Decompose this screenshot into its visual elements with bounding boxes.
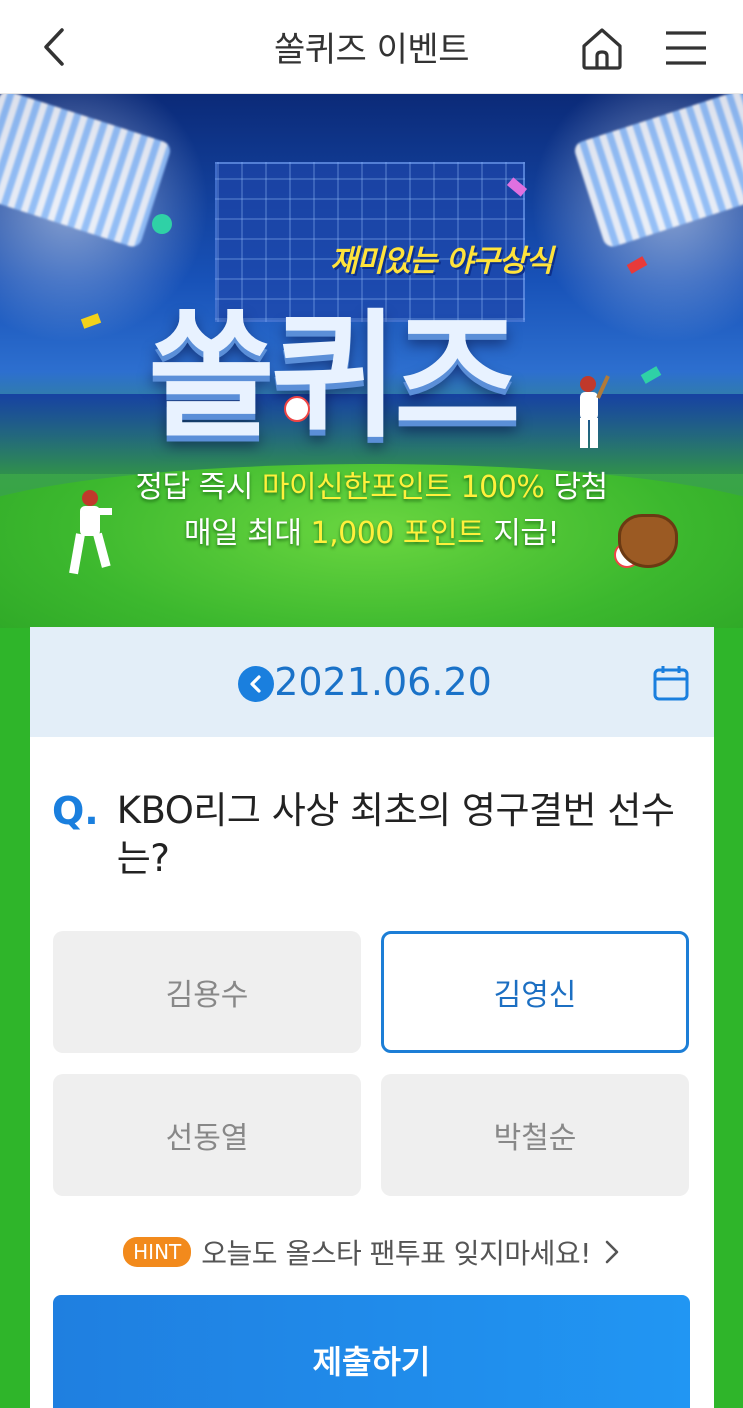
promo-text: 정답 즉시 — [135, 470, 262, 505]
answer-option[interactable]: 선동열 — [53, 1074, 361, 1196]
promo-line-1: 정답 즉시 마이신한포인트 100% 당첨 — [0, 462, 743, 506]
date-bar: 2021.06.20 — [30, 627, 714, 737]
promo-text: 지급! — [484, 516, 559, 551]
confetti — [640, 366, 662, 384]
hint-badge: HINT — [123, 1237, 192, 1267]
promo-line-2: 매일 최대 1,000 포인트 지급! — [0, 508, 743, 552]
promo-text: 매일 최대 — [184, 516, 311, 551]
page-title: 쏠퀴즈 이벤트 — [274, 30, 470, 70]
confetti — [152, 214, 172, 234]
question-text: KBO리그 사상 최초의 영구결번 선수는? — [116, 789, 675, 880]
baseball-icon — [284, 396, 310, 422]
back-icon[interactable] — [30, 22, 80, 72]
promo-highlight: 1,000 포인트 — [310, 516, 485, 551]
chevron-left-icon — [250, 675, 261, 693]
calendar-icon[interactable] — [652, 664, 690, 702]
batter-icon — [580, 375, 610, 448]
promo-text: 당첨 — [544, 470, 608, 505]
quiz-card: 2021.06.20 Q. KBO리그 사상 최초의 영구결번 선수는? 김용수… — [30, 627, 714, 1408]
question-prefix: Q. — [52, 789, 99, 833]
home-icon[interactable] — [576, 22, 628, 74]
chevron-right-icon — [605, 1240, 619, 1264]
app-bar: 쏠퀴즈 이벤트 — [0, 0, 743, 94]
answer-option-selected[interactable]: 김영신 — [381, 931, 689, 1053]
submit-button[interactable]: 제출하기 — [53, 1295, 690, 1408]
prev-date-button[interactable] — [238, 666, 274, 702]
quiz-date: 2021.06.20 — [274, 660, 492, 704]
hint-text: 오늘도 올스타 팬투표 잊지마세요! — [201, 1237, 591, 1270]
banner-title: 쏠퀴즈 — [148, 296, 521, 457]
answer-option[interactable]: 박철순 — [381, 1074, 689, 1196]
hint-link[interactable]: HINT 오늘도 올스타 팬투표 잊지마세요! — [30, 1232, 714, 1272]
menu-icon[interactable] — [660, 22, 712, 74]
quiz-question: Q. KBO리그 사상 최초의 영구결번 선수는? — [52, 787, 692, 883]
promo-highlight: 마이신한포인트 100% — [261, 470, 545, 505]
answer-option[interactable]: 김용수 — [53, 931, 361, 1053]
event-banner: 재미있는 야구상식 쏠퀴즈 정답 즉시 마이신한포인트 100% 당첨 매일 최… — [0, 94, 743, 628]
